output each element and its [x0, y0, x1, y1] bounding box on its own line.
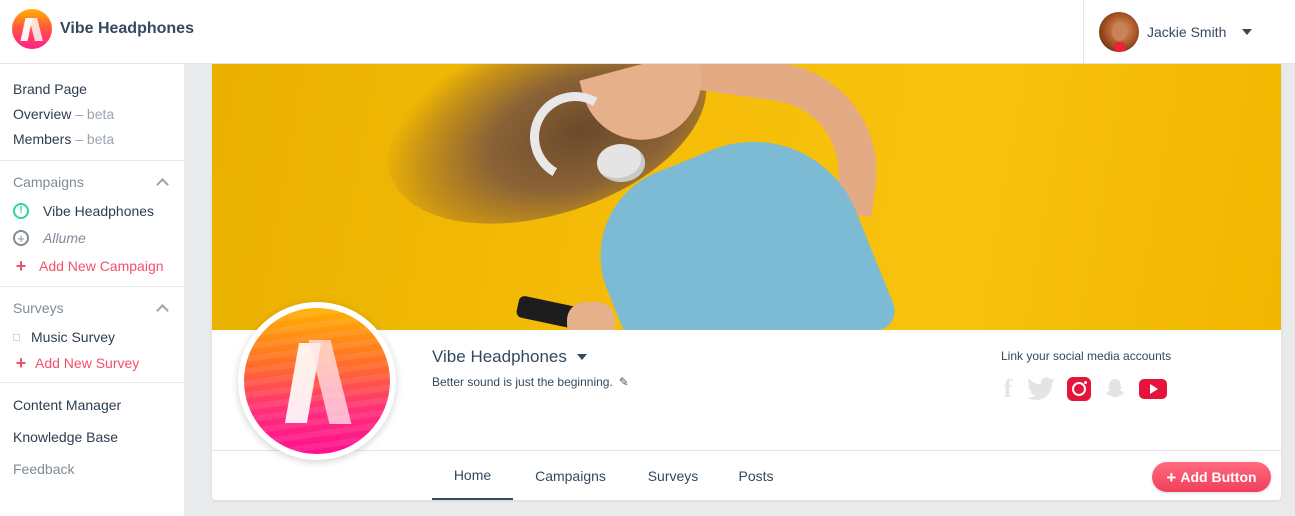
tab-surveys[interactable]: Surveys — [637, 451, 709, 500]
beta-label: – beta — [71, 131, 115, 147]
divider — [0, 286, 184, 287]
plus-icon: + — [1166, 467, 1177, 487]
vibe-logo-icon — [12, 9, 52, 49]
cover-image — [212, 64, 1281, 330]
sidebar-item-content-manager[interactable]: Content Manager — [13, 397, 121, 413]
avatar — [1099, 12, 1139, 52]
divider — [0, 382, 184, 383]
sidebar-item-label: Content Manager — [13, 397, 122, 413]
brand-name: Vibe Headphones — [60, 20, 194, 37]
surveys-section-header[interactable]: Surveys — [13, 300, 171, 317]
chevron-up-icon[interactable] — [156, 304, 169, 317]
tagline-text: Better sound is just the beginning. — [432, 375, 613, 389]
section-title: Surveys — [13, 300, 64, 316]
sidebar: Brand Page Overview – beta Members – bet… — [0, 64, 184, 516]
sidebar-item-label: Knowledge Base — [13, 429, 119, 445]
sidebar-item-label: Allume — [43, 230, 86, 246]
sidebar-item-label: Add New Survey — [35, 355, 140, 371]
sidebar-item-campaign-vibe[interactable]: ! Vibe Headphones — [13, 203, 154, 219]
tagline[interactable]: Better sound is just the beginning. ✎ — [432, 375, 629, 389]
plus-circle-icon: + — [13, 230, 29, 246]
section-title: Campaigns — [13, 174, 84, 190]
social-label: Link your social media accounts — [1001, 349, 1172, 363]
sidebar-item-campaign-allume[interactable]: + Allume — [13, 230, 86, 246]
brand[interactable]: Vibe Headphones — [12, 9, 194, 49]
sidebar-item-members[interactable]: Members – beta — [13, 131, 114, 147]
plus-icon: + — [15, 353, 27, 373]
caret-down-icon — [576, 354, 587, 360]
caret-down-icon[interactable] — [1242, 29, 1253, 35]
brand-profile-card: Vibe Headphones Better sound is just the… — [212, 64, 1281, 500]
tab-bar: Home Campaigns Surveys Posts + Add Butto… — [212, 450, 1281, 500]
snapchat-icon[interactable] — [1103, 377, 1127, 401]
tab-campaigns[interactable]: Campaigns — [522, 451, 619, 500]
user-name: Jackie Smith — [1147, 24, 1227, 40]
top-bar: Vibe Headphones Jackie Smith — [0, 0, 1295, 64]
profile-logo[interactable] — [238, 302, 396, 460]
pencil-icon[interactable]: ✎ — [619, 375, 629, 389]
vibe-logo-icon — [244, 308, 390, 454]
facebook-icon[interactable]: f — [1001, 374, 1015, 403]
tab-home[interactable]: Home — [432, 451, 513, 500]
user-menu[interactable]: Jackie Smith — [1083, 0, 1295, 64]
sidebar-item-label: Members — [13, 131, 72, 147]
add-new-campaign-link[interactable]: + Add New Campaign — [13, 257, 164, 275]
instagram-icon[interactable] — [1067, 377, 1091, 401]
sidebar-item-knowledge-base[interactable]: Knowledge Base — [13, 429, 118, 445]
add-new-survey-link[interactable]: + Add New Survey — [13, 353, 140, 373]
sidebar-item-label: Overview — [13, 106, 72, 122]
beta-label: – beta — [71, 106, 115, 122]
add-button-label: Add Button — [1180, 469, 1257, 485]
sidebar-item-label: Add New Campaign — [39, 258, 164, 274]
chevron-up-icon[interactable] — [156, 178, 169, 191]
add-button[interactable]: + Add Button — [1152, 462, 1271, 492]
divider — [0, 160, 184, 161]
company-name-dropdown[interactable]: Vibe Headphones — [432, 347, 587, 367]
sidebar-item-feedback[interactable]: Feedback — [13, 461, 74, 477]
sidebar-item-label: Feedback — [13, 461, 75, 477]
company-name: Vibe Headphones — [432, 347, 567, 366]
tab-posts[interactable]: Posts — [727, 451, 785, 500]
youtube-icon[interactable] — [1139, 379, 1167, 399]
plus-icon: + — [15, 256, 27, 276]
sidebar-item-label: Vibe Headphones — [43, 203, 155, 219]
sidebar-item-overview[interactable]: Overview – beta — [13, 106, 114, 122]
campaigns-section-header[interactable]: Campaigns — [13, 174, 171, 191]
social-links: f — [1001, 374, 1179, 403]
alert-circle-icon: ! — [13, 203, 29, 219]
sidebar-item-label: Brand Page — [13, 81, 87, 97]
square-icon — [13, 333, 20, 341]
sidebar-item-brand-page[interactable]: Brand Page — [13, 81, 87, 97]
sidebar-item-label: Music Survey — [31, 329, 116, 345]
sidebar-item-music-survey[interactable]: Music Survey — [13, 329, 115, 345]
twitter-icon[interactable] — [1027, 377, 1055, 401]
